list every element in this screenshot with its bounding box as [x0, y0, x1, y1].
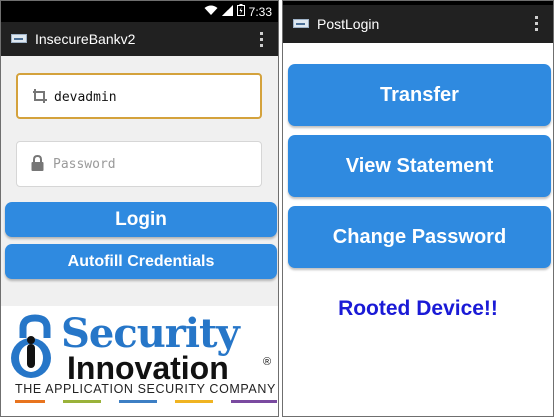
wifi-icon [204, 5, 218, 19]
autofill-credentials-button[interactable]: Autofill Credentials [5, 244, 277, 279]
app-icon [11, 34, 27, 43]
user-crop-icon [32, 88, 48, 109]
username-input[interactable] [54, 85, 244, 109]
action-bar: PostLogin [283, 5, 553, 43]
app-icon [293, 19, 309, 28]
rooted-device-message: Rooted Device!! [338, 297, 498, 320]
view-statement-button[interactable]: View Statement [288, 135, 551, 197]
signal-icon [221, 4, 233, 19]
app-title: InsecureBankv2 [35, 31, 136, 47]
overflow-menu-icon[interactable] [260, 32, 264, 50]
username-field[interactable] [16, 73, 262, 119]
screen-title: PostLogin [317, 16, 380, 32]
security-innovation-logo: Security Innovation ® THE APPLICATION SE… [1, 306, 278, 416]
logo-tagline: THE APPLICATION SECURITY COMPANY [15, 382, 276, 396]
change-password-button[interactable]: Change Password [288, 206, 551, 268]
password-input[interactable] [53, 152, 243, 176]
postlogin-screen: PostLogin Transfer View Statement Change… [282, 0, 554, 417]
registered-mark: ® [263, 356, 272, 368]
padlock-logo-icon [11, 314, 51, 378]
action-bar: InsecureBankv2 [1, 22, 278, 56]
status-bar: 7:33 [1, 1, 278, 22]
overflow-menu-icon[interactable] [535, 16, 539, 34]
login-button[interactable]: Login [5, 202, 277, 237]
login-screen: 7:33 InsecureBankv2 Login Autofill Crede… [0, 0, 279, 417]
lock-icon [31, 154, 44, 176]
transfer-button[interactable]: Transfer [288, 64, 551, 126]
status-time: 7:33 [248, 4, 272, 19]
battery-icon [236, 4, 245, 19]
logo-color-stripes [15, 400, 277, 403]
password-field[interactable] [16, 141, 262, 187]
